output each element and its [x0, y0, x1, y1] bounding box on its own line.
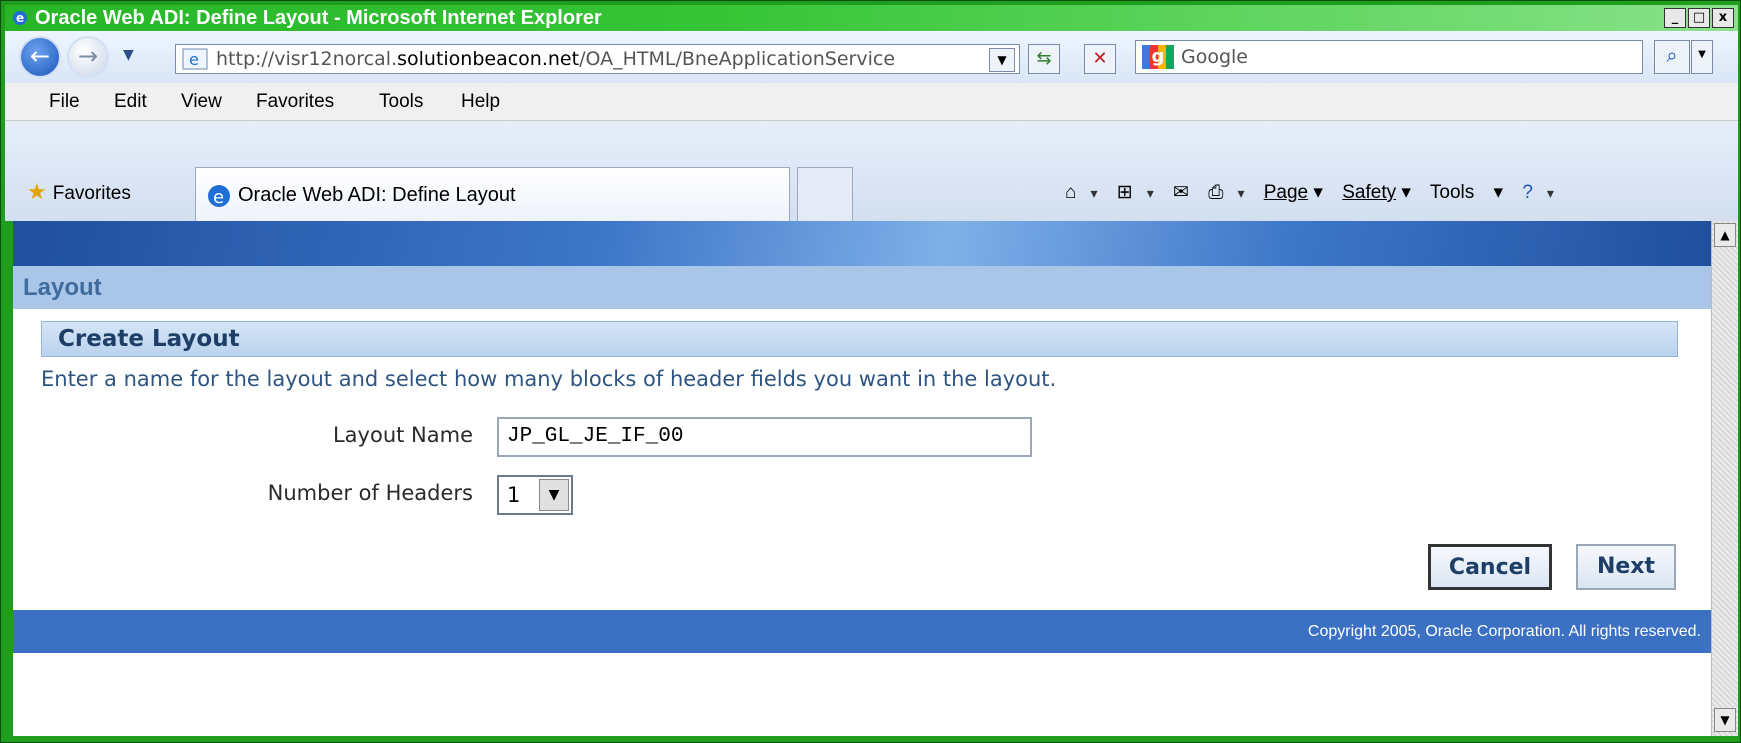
command-bar: ⌂ ▾ ⊞ ▾ ✉ ⎙ ▾ Page ▾ Safety ▾ Tools ▾ ? ▾	[1065, 173, 1568, 213]
back-button[interactable]: ←	[19, 36, 61, 78]
favorites-button[interactable]: ★ Favorites	[27, 181, 131, 205]
browser-window: e Oracle Web ADI: Define Layout - Micros…	[0, 0, 1741, 743]
minimize-button[interactable]: _	[1664, 8, 1686, 28]
page-menu[interactable]: Page ▾	[1264, 182, 1323, 203]
google-logo-icon: g	[1142, 45, 1174, 69]
title-bar: e Oracle Web ADI: Define Layout - Micros…	[5, 5, 1738, 31]
tab-define-layout[interactable]: e Oracle Web ADI: Define Layout	[195, 167, 790, 221]
url-suffix: /OA_HTML/BneApplicationService	[579, 48, 896, 70]
page-title: Layout	[13, 266, 1711, 309]
layout-name-input[interactable]: JP_GL_JE_IF_00	[497, 417, 1032, 457]
feeds-dropdown-icon[interactable]: ▾	[1147, 185, 1154, 201]
vertical-scrollbar[interactable]: ▲ ▼	[1711, 221, 1738, 736]
feeds-icon[interactable]: ⊞	[1117, 182, 1133, 203]
url-domain: solutionbeacon.net	[397, 48, 580, 70]
help-icon[interactable]: ?	[1522, 182, 1533, 203]
number-of-headers-select[interactable]: 1 ▼	[497, 475, 573, 515]
ie-tab-icon: e	[208, 185, 230, 208]
address-dropdown-icon[interactable]: ▼	[989, 48, 1015, 72]
number-of-headers-label: Number of Headers	[267, 481, 473, 505]
tools-menu-label: Tools	[1429, 182, 1475, 203]
window-title: Oracle Web ADI: Define Layout - Microsof…	[35, 7, 602, 29]
menu-favorites[interactable]: Favorites	[256, 83, 334, 121]
tools-menu[interactable]: Tools ▾	[1430, 182, 1503, 203]
maximize-button[interactable]: □	[1688, 8, 1710, 28]
stop-icon[interactable]: ✕	[1084, 44, 1116, 74]
refresh-icon[interactable]: ⇆	[1028, 44, 1060, 74]
tab-label: Oracle Web ADI: Define Layout	[238, 184, 516, 206]
star-icon: ★	[27, 179, 47, 204]
search-placeholder: Google	[1181, 46, 1249, 68]
mail-icon[interactable]: ✉	[1173, 182, 1189, 203]
ie-page-icon: e	[182, 48, 208, 70]
next-button[interactable]: Next	[1576, 544, 1676, 590]
scroll-down-icon[interactable]: ▼	[1714, 708, 1736, 732]
new-tab-button[interactable]	[797, 167, 853, 221]
instruction-text: Enter a name for the layout and select h…	[41, 367, 1057, 391]
layout-name-label: Layout Name	[332, 423, 473, 447]
svg-text:e: e	[213, 187, 224, 208]
menu-file[interactable]: File	[49, 83, 80, 121]
url-prefix: http://visr12norcal.	[216, 48, 398, 70]
page-menu-label: Page	[1263, 182, 1309, 203]
menu-edit[interactable]: Edit	[114, 83, 147, 121]
section-header: Create Layout	[41, 321, 1678, 357]
home-icon[interactable]: ⌂	[1065, 182, 1076, 203]
menu-help[interactable]: Help	[461, 83, 500, 121]
number-of-headers-value: 1	[507, 483, 521, 507]
favorites-bar: ★ Favorites e Oracle Web ADI: Define Layo…	[5, 121, 1738, 221]
address-bar[interactable]: e http://visr12norcal.solutionbeacon.net…	[175, 44, 1020, 74]
ie-logo-icon: e	[13, 11, 27, 25]
navigation-bar: ← → ▼ e http://visr12norcal.solutionbeac…	[5, 31, 1738, 83]
menu-bar: File Edit View Favorites Tools Help	[5, 83, 1738, 121]
copyright-footer: Copyright 2005, Oracle Corporation. All …	[13, 610, 1711, 653]
help-dropdown-icon[interactable]: ▾	[1547, 185, 1554, 201]
search-input[interactable]: g Google	[1135, 40, 1643, 74]
print-dropdown-icon[interactable]: ▾	[1237, 185, 1244, 201]
chevron-down-icon[interactable]: ▼	[539, 479, 569, 511]
page-content: Layout Create Layout Enter a name for th…	[13, 221, 1711, 736]
print-icon[interactable]: ⎙	[1208, 182, 1223, 203]
search-options-icon[interactable]: ▼	[1691, 40, 1713, 74]
close-button[interactable]: x	[1712, 8, 1734, 28]
cancel-button[interactable]: Cancel	[1428, 544, 1552, 590]
safety-menu[interactable]: Safety ▾	[1342, 182, 1411, 203]
forward-button[interactable]: →	[67, 36, 109, 78]
menu-view[interactable]: View	[181, 83, 222, 121]
home-dropdown-icon[interactable]: ▾	[1090, 185, 1097, 201]
svg-text:e: e	[16, 11, 24, 25]
history-dropdown-icon[interactable]: ▼	[123, 47, 134, 63]
window-controls: _ □ x	[1664, 8, 1734, 28]
safety-menu-label: Safety	[1342, 182, 1397, 203]
scroll-up-icon[interactable]: ▲	[1714, 223, 1736, 247]
search-icon[interactable]: ⌕	[1654, 40, 1690, 74]
menu-tools[interactable]: Tools	[379, 83, 423, 121]
brand-banner	[13, 221, 1711, 266]
favorites-label: Favorites	[52, 183, 131, 204]
svg-text:e: e	[189, 50, 199, 69]
